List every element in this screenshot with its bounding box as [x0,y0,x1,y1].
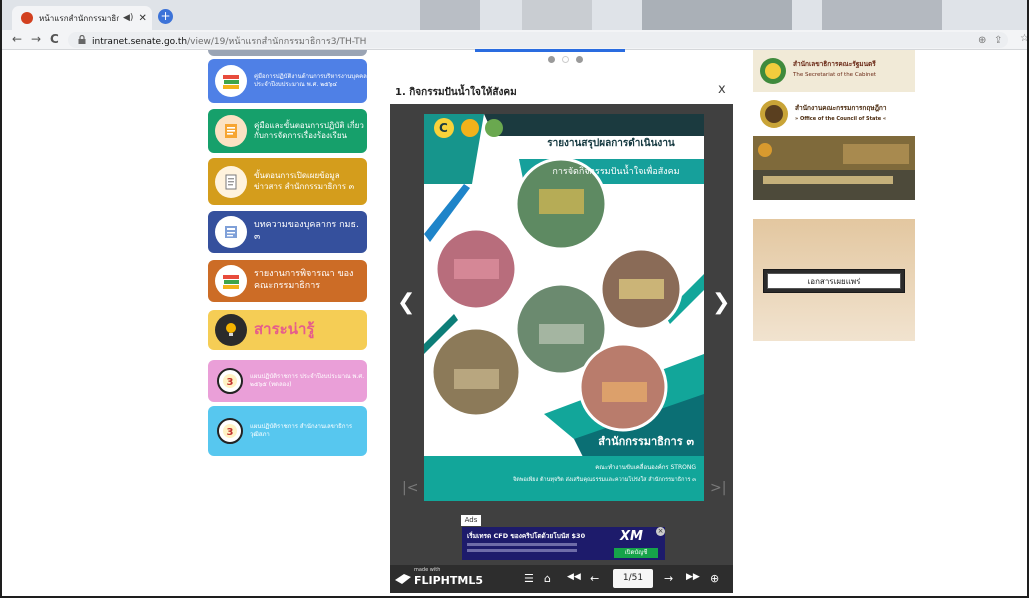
previous-page-icon[interactable]: ← [590,572,599,585]
sidebar-item-label: คู่มือการปฏิบัติงานด้านการบริหารงานบุคคล… [254,73,367,88]
reload-icon[interactable]: C [50,32,59,46]
books-icon [215,265,247,297]
sidebar-item-info-disclosure[interactable]: ขั้นตอนการเปิดเผยข้อมูลข่าวสาร สำนักกรรม… [208,158,367,205]
next-page-icon[interactable]: → [664,572,673,585]
council-name-en: » Office of the Council of State « [795,116,887,122]
ad-brand: XM [620,529,643,544]
new-tab-button[interactable]: + [158,9,173,24]
next-page-arrow-icon[interactable]: ❯ [712,292,730,314]
carousel-indicator-line [475,49,625,52]
lock-icon [78,35,86,44]
parliament-seal-icon [758,143,772,157]
report-title: รายงานสรุปผลการดำเนินงาน [547,138,675,149]
ad-headline: เริ่มเทรด CFD ของคริปโตด้วยโบนัส $30 [467,532,586,540]
page-counter[interactable]: 1/51 [613,569,653,588]
sidebar-item-label: บทความของบุคลากร กมธ. ๓ [254,220,359,242]
partner-links: สำนักเลขาธิการคณะรัฐมนตรี The Secretaria… [753,50,915,200]
site-favicon-icon [21,12,33,24]
svg-text:3: 3 [227,427,234,438]
published-documents-card[interactable]: เอกสารเผยแพร่ [753,219,915,341]
first-page-icon[interactable]: ◀◀ [567,572,581,582]
sidebar-item-label: สาระน่ารู้ [254,320,315,339]
sidebar-item-committee-reports[interactable]: รายงานการพิจารณา ของคณะกรรมาธิการ [208,260,367,302]
parliament-link[interactable] [753,136,915,200]
audio-icon[interactable]: ◀) [123,13,133,23]
sidebar-item-hr-manual[interactable]: คู่มือการปฏิบัติงานด้านการบริหารงานบุคคล… [208,59,367,103]
first-page-arrow-icon[interactable]: |< [402,478,418,498]
browser-toolbar: ← → C intranet.senate.go.th/view/19/หน้า… [2,30,1027,50]
fliphtml5-logo-icon [395,574,411,584]
screen: หน้าแรกสำนักกรรมาธิการ3 ◀) ✕ + ← → C int… [0,0,1029,598]
plan-three-icon: 3 [217,368,243,394]
cabinet-seal-icon [760,58,786,84]
ad-cta-button[interactable]: เปิดบัญชี [614,548,658,558]
cabinet-name-th: สำนักเลขาธิการคณะรัฐมนตรี [793,60,876,68]
sidebar-item-label: แผนปฏิบัติราชการ ประจำปีงบประมาณ พ.ศ. ๒๕… [250,373,365,388]
cabinet-secretariat-link[interactable]: สำนักเลขาธิการคณะรัฐมนตรี The Secretaria… [753,50,915,92]
address-bar[interactable]: intranet.senate.go.th/view/19/หน้าแรกสำน… [68,32,1008,48]
tab-strip: หน้าแรกสำนักกรรมาธิการ3 ◀) ✕ + [2,0,1027,30]
carousel-dot[interactable] [548,56,555,63]
document-icon [215,115,247,147]
activity-banner: การจัดกิจกรรมปันน้ำใจเพื่อสังคม [552,167,680,177]
sidebar-item-partial[interactable] [208,50,367,56]
checklist-icon [215,165,247,198]
council-of-state-link[interactable]: สำนักงานคณะกรรมการกฤษฎีกา » Office of th… [753,94,915,134]
svg-text:3: 3 [227,377,234,388]
zoom-in-icon[interactable]: ⊕ [710,572,719,585]
prev-page-arrow-icon[interactable]: ❮ [397,292,415,314]
fliphtml5-brand: FLIPHTML5 [414,574,483,587]
url-host: intranet.senate.go.th [92,37,188,47]
sidebar-item-label: คู่มือและขั้นตอนการปฏิบัติ เกี่ยวกับการจ… [254,120,364,140]
zoom-icon[interactable]: ⊕ [978,35,986,46]
office-label: สำนักกรรมาธิการ ๓ [598,435,694,448]
sidebar-item-staff-articles[interactable]: บทความของบุคลากร กมธ. ๓ [208,211,367,253]
sidebar-item-label: รายงานการพิจารณา ของคณะกรรมาธิการ [254,269,354,291]
ad-banner[interactable]: เริ่มเทรด CFD ของคริปโตด้วยโบนัส $30 XM … [462,527,665,560]
viewer-title: 1. กิจกรรมปันน้ำใจให้สังคม [395,87,517,98]
flipbook-toolbar: made with FLIPHTML5 ☰ ⌂ ◀◀ ← → ▶▶ ⊕ [390,565,733,593]
carousel-dot[interactable] [576,56,583,63]
made-with-label: made with [414,567,441,573]
plan-three-icon: 3 [217,418,243,444]
council-seal-icon [760,100,788,128]
footer-line-2: จิตพอเพียง ต้านทุจริต ส่งเสริมคุณธรรมและ… [513,477,696,483]
share-icon[interactable]: ⇪ [994,35,1002,46]
carousel-dot[interactable] [562,56,569,63]
menu-icon[interactable]: ☰ [524,572,534,585]
sidebar-item-label: แผนปฏิบัติราชการ สำนักงานเลขาธิการวุฒิสภ… [250,423,353,438]
sidebar-item-label: ขั้นตอนการเปิดเผยข้อมูลข่าวสาร สำนักกรรม… [254,171,355,191]
sidebar-item-action-plan-2565[interactable]: 3 แผนปฏิบัติราชการ ประจำปีงบประมาณ พ.ศ. … [208,360,367,402]
last-page-icon[interactable]: ▶▶ [686,572,700,582]
cabinet-name-en: The Secretariat of the Cabinet [793,72,877,78]
ad-close-icon[interactable]: × [656,527,665,536]
back-icon[interactable]: ← [12,32,22,46]
browser-tab[interactable]: หน้าแรกสำนักกรรมาธิการ3 ◀) ✕ [12,6,152,30]
tab-title: หน้าแรกสำนักกรรมาธิการ3 [39,13,119,23]
ad-label: Ads [461,515,481,526]
forward-icon[interactable]: → [31,32,41,46]
sidebar-item-senate-plan[interactable]: 3 แผนปฏิบัติราชการ สำนักงานเลขาธิการวุฒิ… [208,406,367,456]
svg-text:C: C [439,121,448,135]
home-icon[interactable]: ⌂ [544,572,551,585]
bookmark-star-icon[interactable]: ☆ [1020,33,1027,44]
flipbook-page[interactable]: C รายงานสรุปผลการดำเนินงาน การจัดกิจกรรม… [424,114,704,501]
council-name-th: สำนักงานคณะกรรมการกฤษฎีกา [795,104,887,112]
docs-label: เอกสารเผยแพร่ [767,273,901,289]
tab-close-icon[interactable]: ✕ [138,13,146,24]
footer-line-1: คณะทำงานขับเคลื่อนองค์กร STRONG [595,464,696,471]
lightbulb-icon [215,314,247,346]
newspaper-icon [215,216,247,248]
close-viewer-button[interactable]: x [718,82,726,97]
sidebar-item-knowledge[interactable]: สาระน่ารู้ [208,310,367,350]
url-path: /view/19/หน้าแรกสำนักกรรมาธิการ3/TH-TH [187,37,367,47]
sidebar-item-complaints-manual[interactable]: คู่มือและขั้นตอนการปฏิบัติ เกี่ยวกับการจ… [208,109,367,153]
last-page-arrow-icon[interactable]: >| [710,478,726,498]
books-icon [215,65,247,97]
